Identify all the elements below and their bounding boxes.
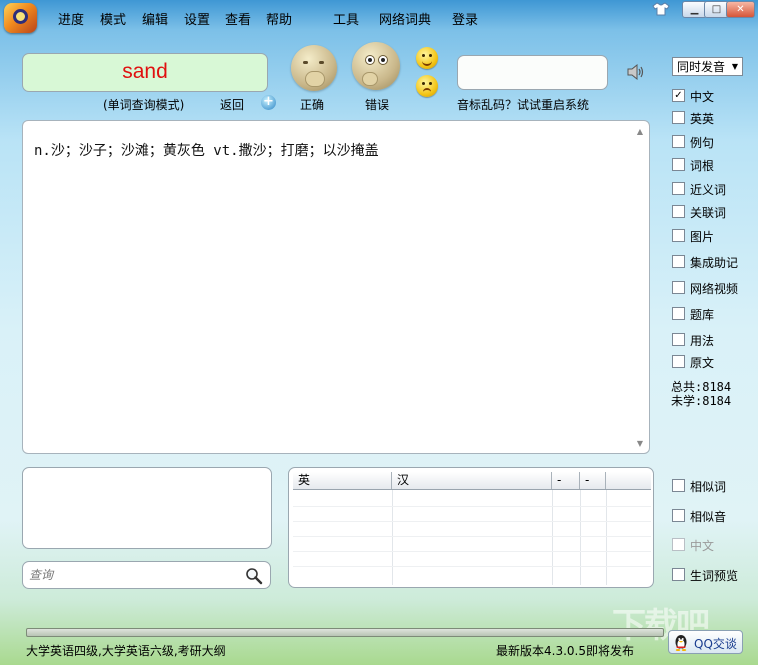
column-divider <box>552 490 553 585</box>
menu-view[interactable]: 查看 <box>225 9 251 28</box>
back-button[interactable]: 返回 <box>220 96 244 113</box>
worried-emoji-icon[interactable] <box>416 75 438 97</box>
column-header-chinese[interactable]: 汉 <box>392 472 552 489</box>
option-checkbox[interactable] <box>672 307 685 320</box>
option-checkbox[interactable] <box>672 229 685 242</box>
unlearned-count: 未学:8184 <box>671 394 732 408</box>
add-icon[interactable]: + <box>261 95 276 110</box>
column-divider <box>606 490 607 585</box>
speaker-icon[interactable] <box>627 63 645 81</box>
title-bar: 进度 模式 编辑 设置 查看 帮助 工具 网络词典 登录 ▁ □ ✕ <box>0 0 758 36</box>
qq-chat-button[interactable]: QQ交谈 <box>668 630 743 654</box>
qq-chat-label: QQ交谈 <box>694 637 737 651</box>
column-header-extra-2[interactable]: - <box>580 472 606 489</box>
menu-tools[interactable]: 工具 <box>333 9 359 28</box>
column-header-english[interactable]: 英 <box>293 472 392 489</box>
definition-panel: n.沙；沙子；沙滩；黄灰色 vt.撒沙；打磨；以沙掩盖 ▲ ▼ <box>22 120 650 454</box>
option-checkbox <box>672 538 685 551</box>
menu-online-dictionary[interactable]: 网络词典 <box>379 9 431 28</box>
table-row <box>293 506 651 507</box>
option-checkbox[interactable] <box>672 479 685 492</box>
menu-login[interactable]: 登录 <box>452 9 478 28</box>
mode-label: (单词查询模式) <box>103 98 185 112</box>
option-checkbox[interactable] <box>672 333 685 346</box>
menu-settings[interactable]: 设置 <box>184 9 210 28</box>
menu-progress[interactable]: 进度 <box>58 9 84 28</box>
smile-emoji-icon[interactable] <box>416 47 438 69</box>
pronunciation-select-value: 同时发音 <box>677 60 726 74</box>
table-header: 英 汉 - - <box>293 472 651 490</box>
progress-bar <box>26 628 664 637</box>
app-logo-icon[interactable] <box>4 3 37 33</box>
notes-panel[interactable] <box>22 467 272 549</box>
option-checkbox[interactable] <box>672 568 685 581</box>
menu-mode[interactable]: 模式 <box>100 9 126 28</box>
window-controls: ▁ □ ✕ <box>652 1 755 19</box>
column-header-extra-1[interactable]: - <box>552 472 580 489</box>
definition-scrollbar[interactable]: ▲ ▼ <box>633 125 647 451</box>
pronunciation-select[interactable]: 同时发音 ▼ <box>672 57 743 76</box>
option-checkbox[interactable]: ✓ <box>672 89 685 102</box>
wrong-face-icon[interactable] <box>352 42 400 90</box>
table-row <box>293 536 651 537</box>
table-row <box>293 566 651 567</box>
menu-edit[interactable]: 编辑 <box>142 9 168 28</box>
scroll-up-icon[interactable]: ▲ <box>633 125 647 139</box>
search-box <box>22 561 271 589</box>
column-divider <box>580 490 581 585</box>
option-checkbox[interactable] <box>672 135 685 148</box>
search-input[interactable] <box>29 567 239 583</box>
option-checkbox[interactable] <box>672 509 685 522</box>
word-books-status: 大学英语四级,大学英语六级,考研大纲 <box>26 644 226 658</box>
column-divider <box>392 490 393 585</box>
menu-help[interactable]: 帮助 <box>266 9 292 28</box>
scroll-down-icon[interactable]: ▼ <box>633 437 647 451</box>
option-checkbox[interactable] <box>672 281 685 294</box>
app-window: 进度 模式 编辑 设置 查看 帮助 工具 网络词典 登录 ▁ □ ✕ sand … <box>0 0 758 665</box>
search-icon[interactable] <box>245 567 263 585</box>
table-row <box>293 521 651 522</box>
penguin-icon <box>673 634 689 651</box>
definition-text: n.沙；沙子；沙滩；黄灰色 vt.撒沙；打磨；以沙掩盖 <box>34 143 379 159</box>
option-checkbox[interactable] <box>672 355 685 368</box>
correct-label[interactable]: 正确 <box>300 96 324 113</box>
chevron-down-icon[interactable]: ▼ <box>728 58 742 75</box>
phonetic-display <box>457 55 608 90</box>
option-checkbox[interactable] <box>672 111 685 124</box>
close-icon[interactable]: ✕ <box>726 1 755 18</box>
option-checkbox[interactable] <box>672 255 685 268</box>
option-checkbox[interactable] <box>672 182 685 195</box>
current-word: sand <box>22 53 268 92</box>
version-notice[interactable]: 最新版本4.3.0.5即将发布 <box>496 642 634 659</box>
correct-face-icon[interactable] <box>291 45 337 91</box>
option-checkbox[interactable] <box>672 158 685 171</box>
phonetic-hint: 音标乱码？试试重启系统 <box>457 98 590 112</box>
word-list-table: 英 汉 - - <box>288 467 654 588</box>
option-checkbox[interactable] <box>672 205 685 218</box>
wrong-label[interactable]: 错误 <box>365 96 389 113</box>
table-row <box>293 551 651 552</box>
shirt-icon[interactable] <box>652 2 670 18</box>
